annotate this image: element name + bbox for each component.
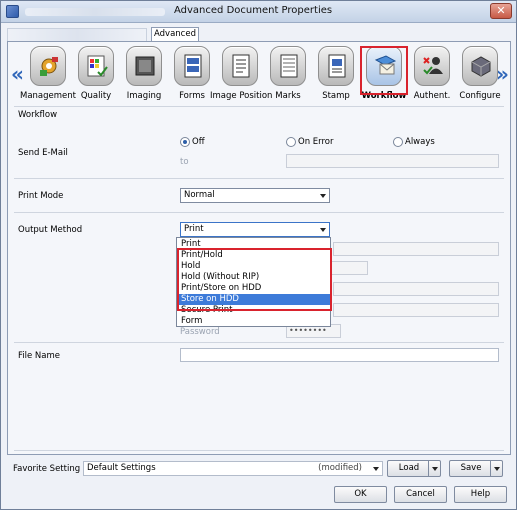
- load-label: Load: [398, 463, 420, 473]
- workflow-heading: Workflow: [18, 110, 58, 120]
- output-method-select[interactable]: Print: [180, 222, 330, 237]
- chevron-down-icon: [320, 228, 326, 232]
- category-forms[interactable]: Forms: [170, 46, 214, 104]
- send-email-always-label[interactable]: Always: [405, 137, 435, 147]
- send-email-on-error-radio[interactable]: [286, 137, 296, 147]
- imaging-icon: [126, 46, 162, 86]
- output-method-label: Output Method: [18, 225, 83, 235]
- email-to-label: to: [180, 157, 189, 167]
- send-email-label: Send E-Mail: [18, 148, 68, 158]
- window-title: Advanced Document Properties: [174, 5, 333, 16]
- load-menu-arrow-icon[interactable]: [428, 461, 440, 476]
- advanced-document-properties-window: Advanced Document Properties ✕ Advanced …: [0, 0, 517, 510]
- forms-icon: [174, 46, 210, 86]
- tab-advanced[interactable]: Advanced: [151, 27, 199, 41]
- category-quality[interactable]: Quality: [74, 46, 118, 104]
- divider: [14, 342, 504, 343]
- save-menu-arrow-icon[interactable]: [490, 461, 502, 476]
- send-email-off-radio[interactable]: [180, 137, 190, 147]
- category-imaging[interactable]: Imaging: [122, 46, 166, 104]
- quality-icon: [78, 46, 114, 86]
- category-marks[interactable]: Marks: [266, 46, 310, 104]
- close-button[interactable]: ✕: [490, 3, 512, 19]
- save-button[interactable]: Save: [449, 460, 503, 477]
- category-image-position[interactable]: Image Position: [210, 46, 272, 104]
- dropdown-option-form[interactable]: Form: [177, 316, 330, 327]
- options-highlight-box: [177, 248, 332, 311]
- management-icon: [30, 46, 66, 86]
- marks-icon: [270, 46, 306, 86]
- print-mode-label: Print Mode: [18, 191, 64, 201]
- send-email-always-radio[interactable]: [393, 137, 403, 147]
- email-to-field[interactable]: [286, 154, 499, 168]
- disabled-field: [333, 282, 499, 296]
- divider: [14, 450, 504, 451]
- image-position-icon: [222, 46, 258, 86]
- authentication-icon: [414, 46, 450, 86]
- category-authentication[interactable]: Authent.: [410, 46, 454, 104]
- category-label: Configure: [459, 91, 501, 101]
- favorite-setting-select[interactable]: Default Settings (modified): [83, 461, 383, 476]
- category-management[interactable]: Management: [20, 46, 76, 104]
- save-label: Save: [460, 463, 482, 473]
- print-mode-select[interactable]: Normal: [180, 188, 330, 203]
- disabled-field: [333, 303, 499, 317]
- chevron-down-icon: [373, 467, 379, 471]
- divider: [14, 212, 504, 213]
- scroll-left-icon[interactable]: «: [11, 62, 24, 86]
- blurred-title-text: [25, 8, 165, 16]
- modified-status: (modified): [318, 463, 362, 473]
- title-bar: Advanced Document Properties ✕: [1, 1, 516, 23]
- divider: [14, 106, 504, 107]
- disabled-field: [333, 242, 499, 256]
- category-stamp[interactable]: Stamp: [314, 46, 358, 104]
- tab-bar: Advanced: [7, 27, 510, 41]
- category-icon-row: Management Quality Imaging Forms Image P…: [20, 46, 501, 106]
- file-name-field[interactable]: [180, 348, 499, 362]
- load-button[interactable]: Load: [387, 460, 441, 477]
- favorite-setting-value: Default Settings: [87, 463, 156, 473]
- favorite-setting-label: Favorite Setting: [13, 464, 81, 474]
- help-button[interactable]: Help: [454, 486, 507, 503]
- password-label: Password: [180, 327, 220, 337]
- printer-app-icon: [6, 5, 19, 18]
- blurred-tab[interactable]: [7, 28, 147, 41]
- send-email-off-label[interactable]: Off: [192, 137, 205, 147]
- selected-category-highlight: [360, 46, 408, 95]
- send-email-on-error-label[interactable]: On Error: [298, 137, 334, 147]
- file-name-label: File Name: [18, 351, 61, 361]
- configure-icon: [462, 46, 498, 86]
- divider: [14, 178, 504, 179]
- stamp-icon: [318, 46, 354, 86]
- category-configure[interactable]: Configure: [458, 46, 502, 104]
- chevron-down-icon: [320, 194, 326, 198]
- output-method-value: Print: [184, 224, 204, 234]
- cancel-button[interactable]: Cancel: [394, 486, 447, 503]
- print-mode-value: Normal: [184, 190, 215, 200]
- ok-button[interactable]: OK: [334, 486, 387, 503]
